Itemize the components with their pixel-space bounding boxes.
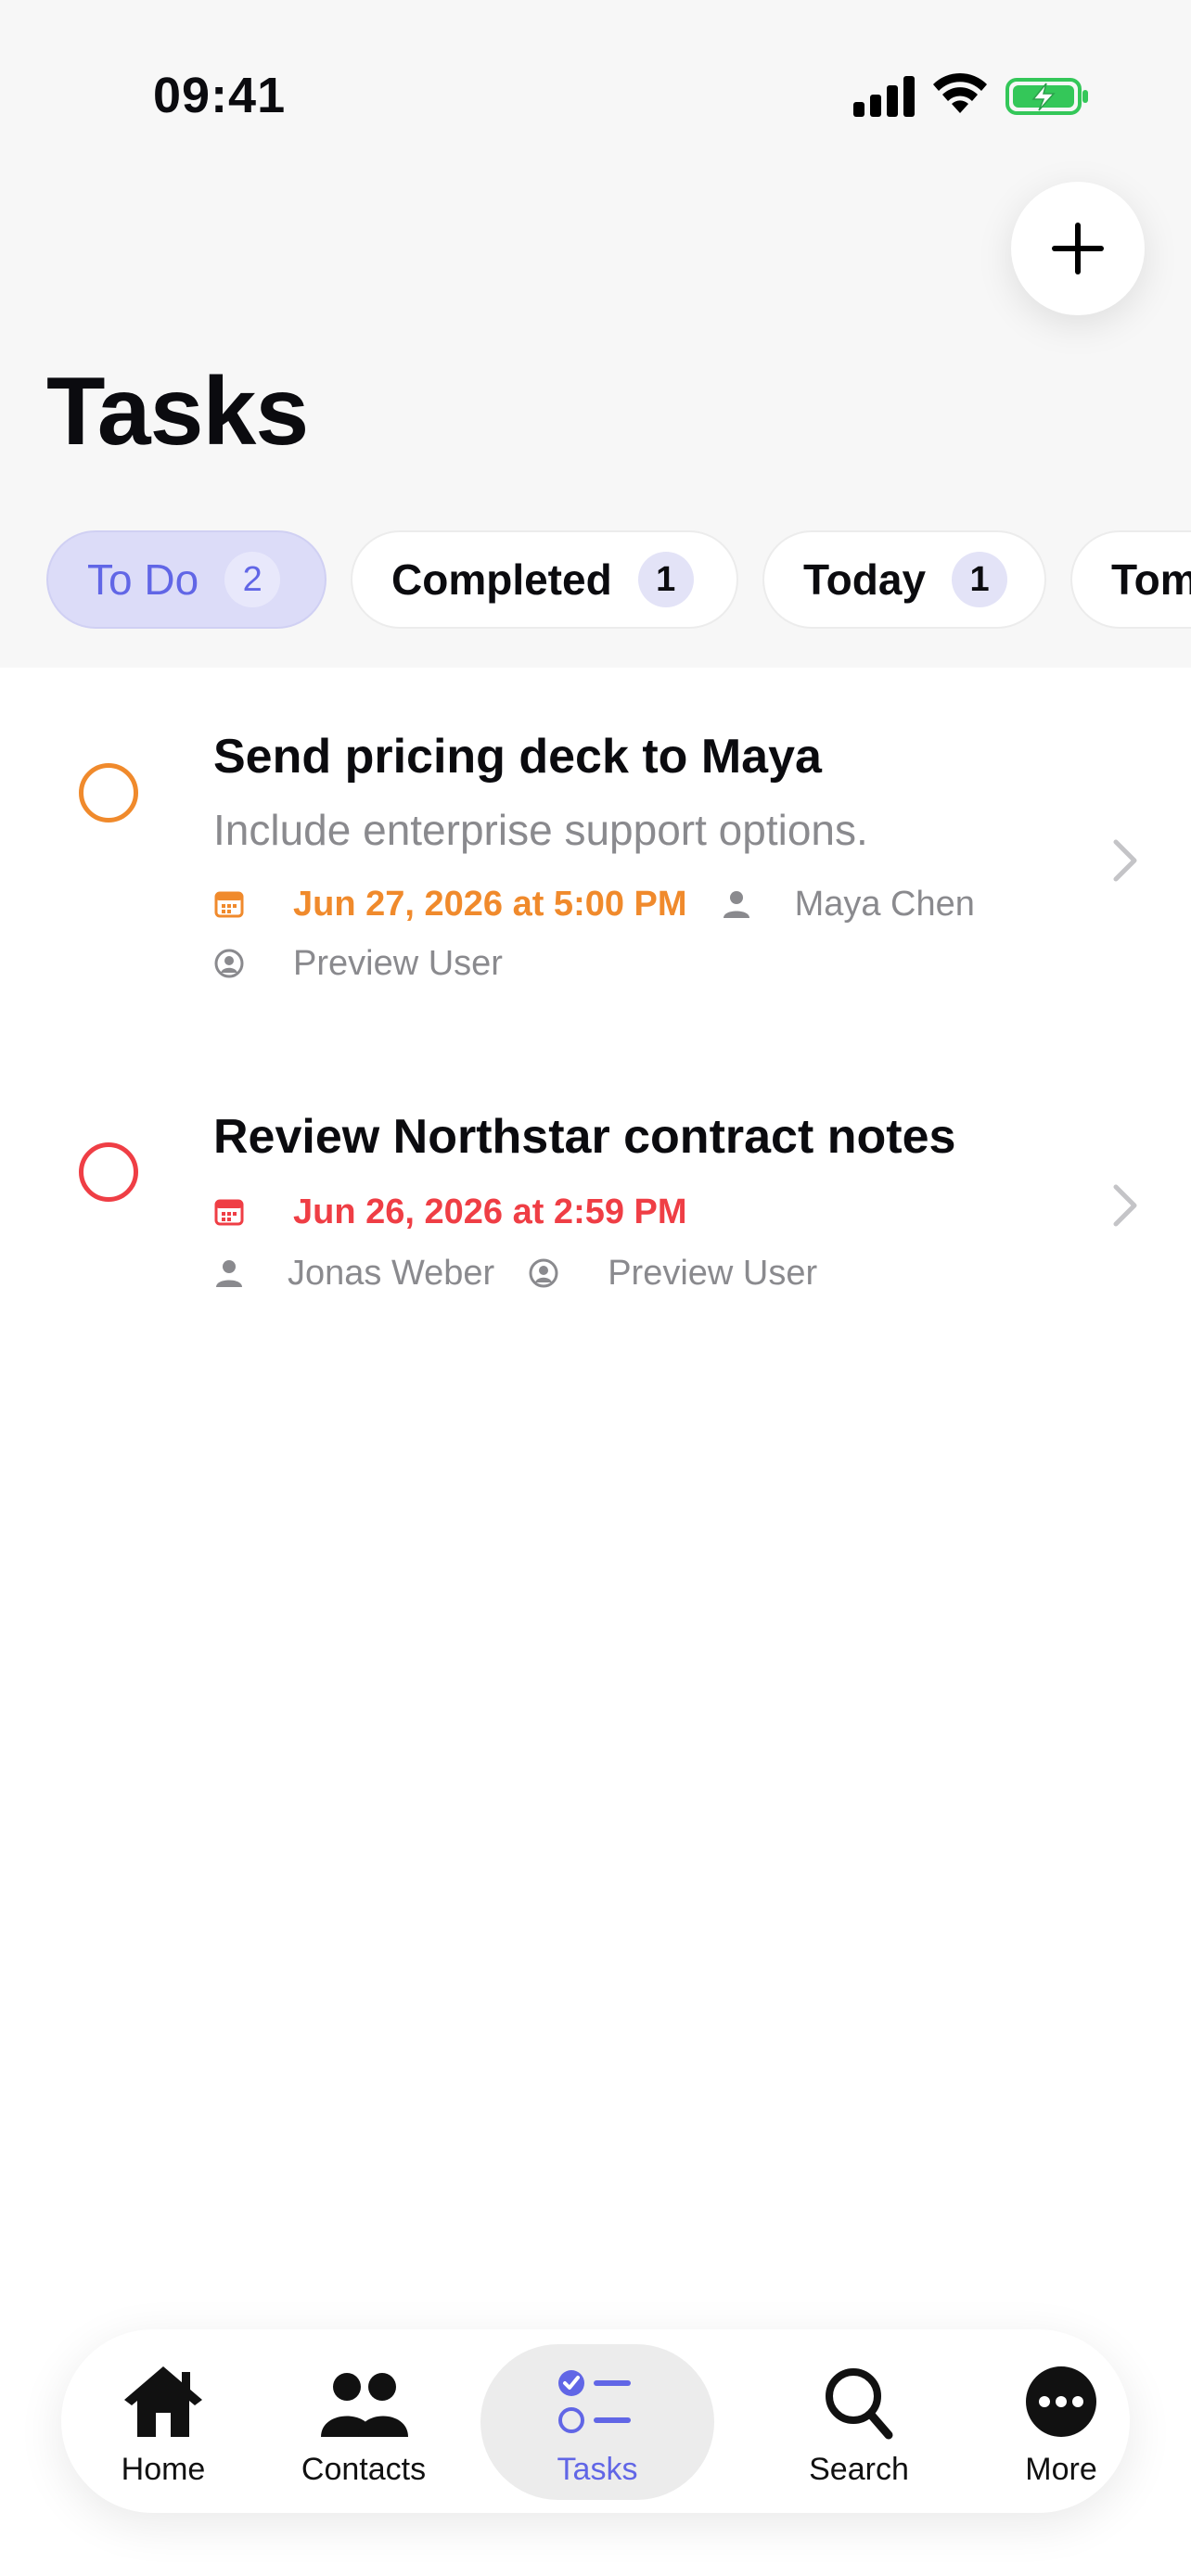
status-time: 09:41 [153, 68, 287, 123]
ellipsis-circle-icon [1026, 2366, 1096, 2437]
task-due-date: Jun 26, 2026 at 2:59 PM [293, 1192, 687, 1231]
page-title: Tasks [46, 358, 309, 465]
battery-charging-icon [1005, 78, 1088, 115]
calendar-icon [214, 1199, 244, 1226]
filter-chip-label: Tomorrow [1111, 555, 1191, 604]
calendar-icon [214, 891, 244, 918]
filter-chip-count: 1 [637, 552, 694, 607]
filter-chip-tomorrow[interactable]: Tomorrow [1070, 530, 1191, 629]
task-title: Review Northstar contract notes [213, 1110, 956, 1164]
person-circle-icon [214, 949, 244, 978]
tab-label: More [1025, 2452, 1097, 2487]
chevron-right-icon [1113, 839, 1137, 882]
task-owner-row: Preview User [213, 940, 536, 987]
task-owner: Preview User [608, 1253, 818, 1293]
task-row[interactable]: Review Northstar contract notes Jun 26, … [0, 1048, 1191, 1354]
task-contact: Maya Chen [794, 884, 975, 924]
task-complete-toggle[interactable] [79, 1142, 138, 1202]
filter-chip-today[interactable]: Today 1 [762, 530, 1046, 629]
tab-label: Tasks [557, 2452, 638, 2487]
person-icon [216, 1260, 242, 1287]
filter-chip-completed[interactable]: Completed 1 [351, 530, 738, 629]
status-bar: 09:41 [0, 0, 1191, 185]
task-due-date: Jun 27, 2026 at 5:00 PM [293, 884, 687, 924]
cellular-signal-icon [853, 76, 915, 117]
tab-tasks[interactable]: Tasks [480, 2329, 714, 2513]
task-complete-toggle[interactable] [79, 763, 138, 823]
plus-icon [1052, 223, 1104, 274]
task-people-row: Jonas Weber Preview User [213, 1250, 851, 1296]
house-icon [124, 2366, 202, 2437]
tab-more[interactable]: More [961, 2329, 1161, 2513]
tab-label: Search [809, 2452, 909, 2487]
person-icon [723, 891, 749, 918]
tab-home[interactable]: Home [63, 2329, 263, 2513]
add-task-button[interactable] [1011, 182, 1145, 315]
filter-chip-count: 1 [952, 552, 1008, 607]
task-meta: Jun 26, 2026 at 2:59 PM [213, 1189, 721, 1235]
person-circle-icon [529, 1258, 558, 1288]
tab-label: Home [121, 2452, 206, 2487]
people-icon [321, 2373, 408, 2437]
filter-chip-count: 2 [224, 552, 281, 607]
task-owner: Preview User [293, 943, 503, 983]
filter-chip-label: To Do [87, 555, 199, 604]
filter-chip-to-do[interactable]: To Do 2 [46, 530, 327, 629]
tab-contacts[interactable]: Contacts [263, 2329, 464, 2513]
magnifier-icon [826, 2368, 893, 2440]
task-row[interactable]: Send pricing deck to Maya Include enterp… [0, 668, 1191, 1011]
chevron-right-icon [1113, 1184, 1137, 1227]
wifi-icon [933, 72, 987, 113]
tab-bar: Home Contacts Tasks Search More [61, 2329, 1130, 2513]
tab-search[interactable]: Search [759, 2329, 959, 2513]
filter-chips: To Do 2 Completed 1 Today 1 Tomorrow [46, 530, 1191, 632]
task-contact: Jonas Weber [288, 1253, 495, 1293]
filter-chip-label: Completed [391, 555, 612, 604]
task-meta: Jun 27, 2026 at 5:00 PM Maya Chen [213, 881, 1008, 927]
filter-chip-label: Today [803, 555, 927, 604]
task-description: Include enterprise support options. [213, 806, 868, 854]
checklist-icon [558, 2370, 631, 2433]
tab-label: Contacts [301, 2452, 427, 2487]
task-title: Send pricing deck to Maya [213, 730, 822, 784]
